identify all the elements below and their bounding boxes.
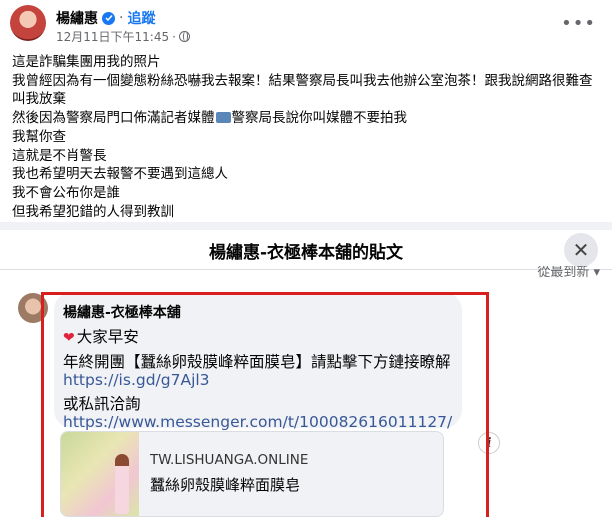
preview-thumbnail	[61, 432, 139, 516]
sort-text: 從最到新 ▾	[537, 266, 600, 278]
post-line: 這是詐騙集團用我的照片	[12, 54, 161, 70]
section-divider	[0, 222, 612, 230]
red-heart-icon: ❤	[63, 330, 75, 346]
post-line-part: 然後因為警察局門口佈滿記者媒體	[12, 110, 215, 127]
commenter-avatar	[18, 293, 48, 323]
comment-greeting-line: ❤ 大家早安	[63, 325, 139, 347]
post-line: 我曾經因為有一個變態粉絲恐嚇我去報案！結果警察局長叫我去他辦公室泡茶！跟我說網路…	[12, 72, 593, 89]
preview-domain: TW.LISHUANGA.ONLINE	[150, 452, 309, 468]
post-line: 我不會公布你是誰	[12, 184, 120, 201]
link-preview-card: TW.LISHUANGA.ONLINE 蠶絲卵殼膜峰粹面膜皂	[60, 431, 444, 517]
screenshot-title: 楊繡惠-衣極棒本舖的貼文	[208, 243, 404, 263]
embedded-screenshot[interactable]: 楊繡惠-衣極棒本舖的貼文 ✕ 從最到新 ▾ 楊繡惠-衣極棒本舖 ❤ 大家早安 年終…	[0, 230, 612, 517]
post-line-part: 警察局長說你叫媒體不要拍我	[231, 110, 408, 127]
post-meta: 12月11日下午11:45 ·	[56, 28, 190, 45]
post-line: 叫我放棄	[12, 91, 66, 108]
author-row: 楊繡惠 · 追蹤	[56, 8, 155, 28]
thumbnail-figure	[115, 454, 129, 514]
more-options-icon[interactable]: •••	[561, 13, 596, 34]
public-globe-icon	[178, 31, 190, 42]
preview-title: 蠶絲卵殼膜峰粹面膜皂	[150, 476, 301, 494]
info-icon: i	[478, 432, 500, 454]
post-timestamp[interactable]: 12月11日下午11:45	[56, 28, 169, 45]
meta-separator: ·	[172, 29, 176, 44]
author-avatar[interactable]	[10, 5, 46, 41]
author-name[interactable]: 楊繡惠	[56, 8, 98, 28]
post-header: 楊繡惠 · 追蹤 12月11日下午11:45 · •••	[0, 0, 612, 50]
comment-greeting: 大家早安	[76, 328, 139, 346]
post-line: 然後因為警察局門口佈滿記者媒體 警察局長說你叫媒體不要拍我	[12, 109, 604, 128]
post-line: 我也希望明天去報警不要遇到這總人	[12, 166, 228, 183]
comment-promo: 年終開團【蠶絲卵殼膜峰粹面膜皂】請點擊下方鏈接瞭解	[63, 353, 451, 371]
post-line: 這就是不肖警長	[12, 147, 107, 164]
comment-dm-text: 或私訊洽詢	[63, 395, 141, 413]
post-line: 但我希望犯錯的人得到教訓	[12, 203, 174, 220]
screenshot-divider	[0, 269, 612, 270]
post-line: 我幫你查	[12, 128, 66, 145]
commenter-name: 楊繡惠-衣極棒本舖	[63, 305, 181, 321]
separator-dot: ·	[119, 10, 124, 26]
sort-label: 從最到新 ▾	[537, 266, 600, 278]
comment-link-messenger: https://www.messenger.com/t/100082616011…	[63, 413, 453, 431]
follow-button[interactable]: 追蹤	[127, 8, 155, 28]
comment-link-short: https://is.gd/g7Ajl3	[63, 371, 210, 389]
television-emoji-icon	[215, 112, 231, 124]
post-text: 這是詐騙集團用我的照片 我曾經因為有一個變態粉絲恐嚇我去報案！結果警察局長叫我去…	[12, 53, 604, 221]
verified-badge-icon	[102, 11, 115, 25]
close-button: ✕	[564, 233, 598, 267]
